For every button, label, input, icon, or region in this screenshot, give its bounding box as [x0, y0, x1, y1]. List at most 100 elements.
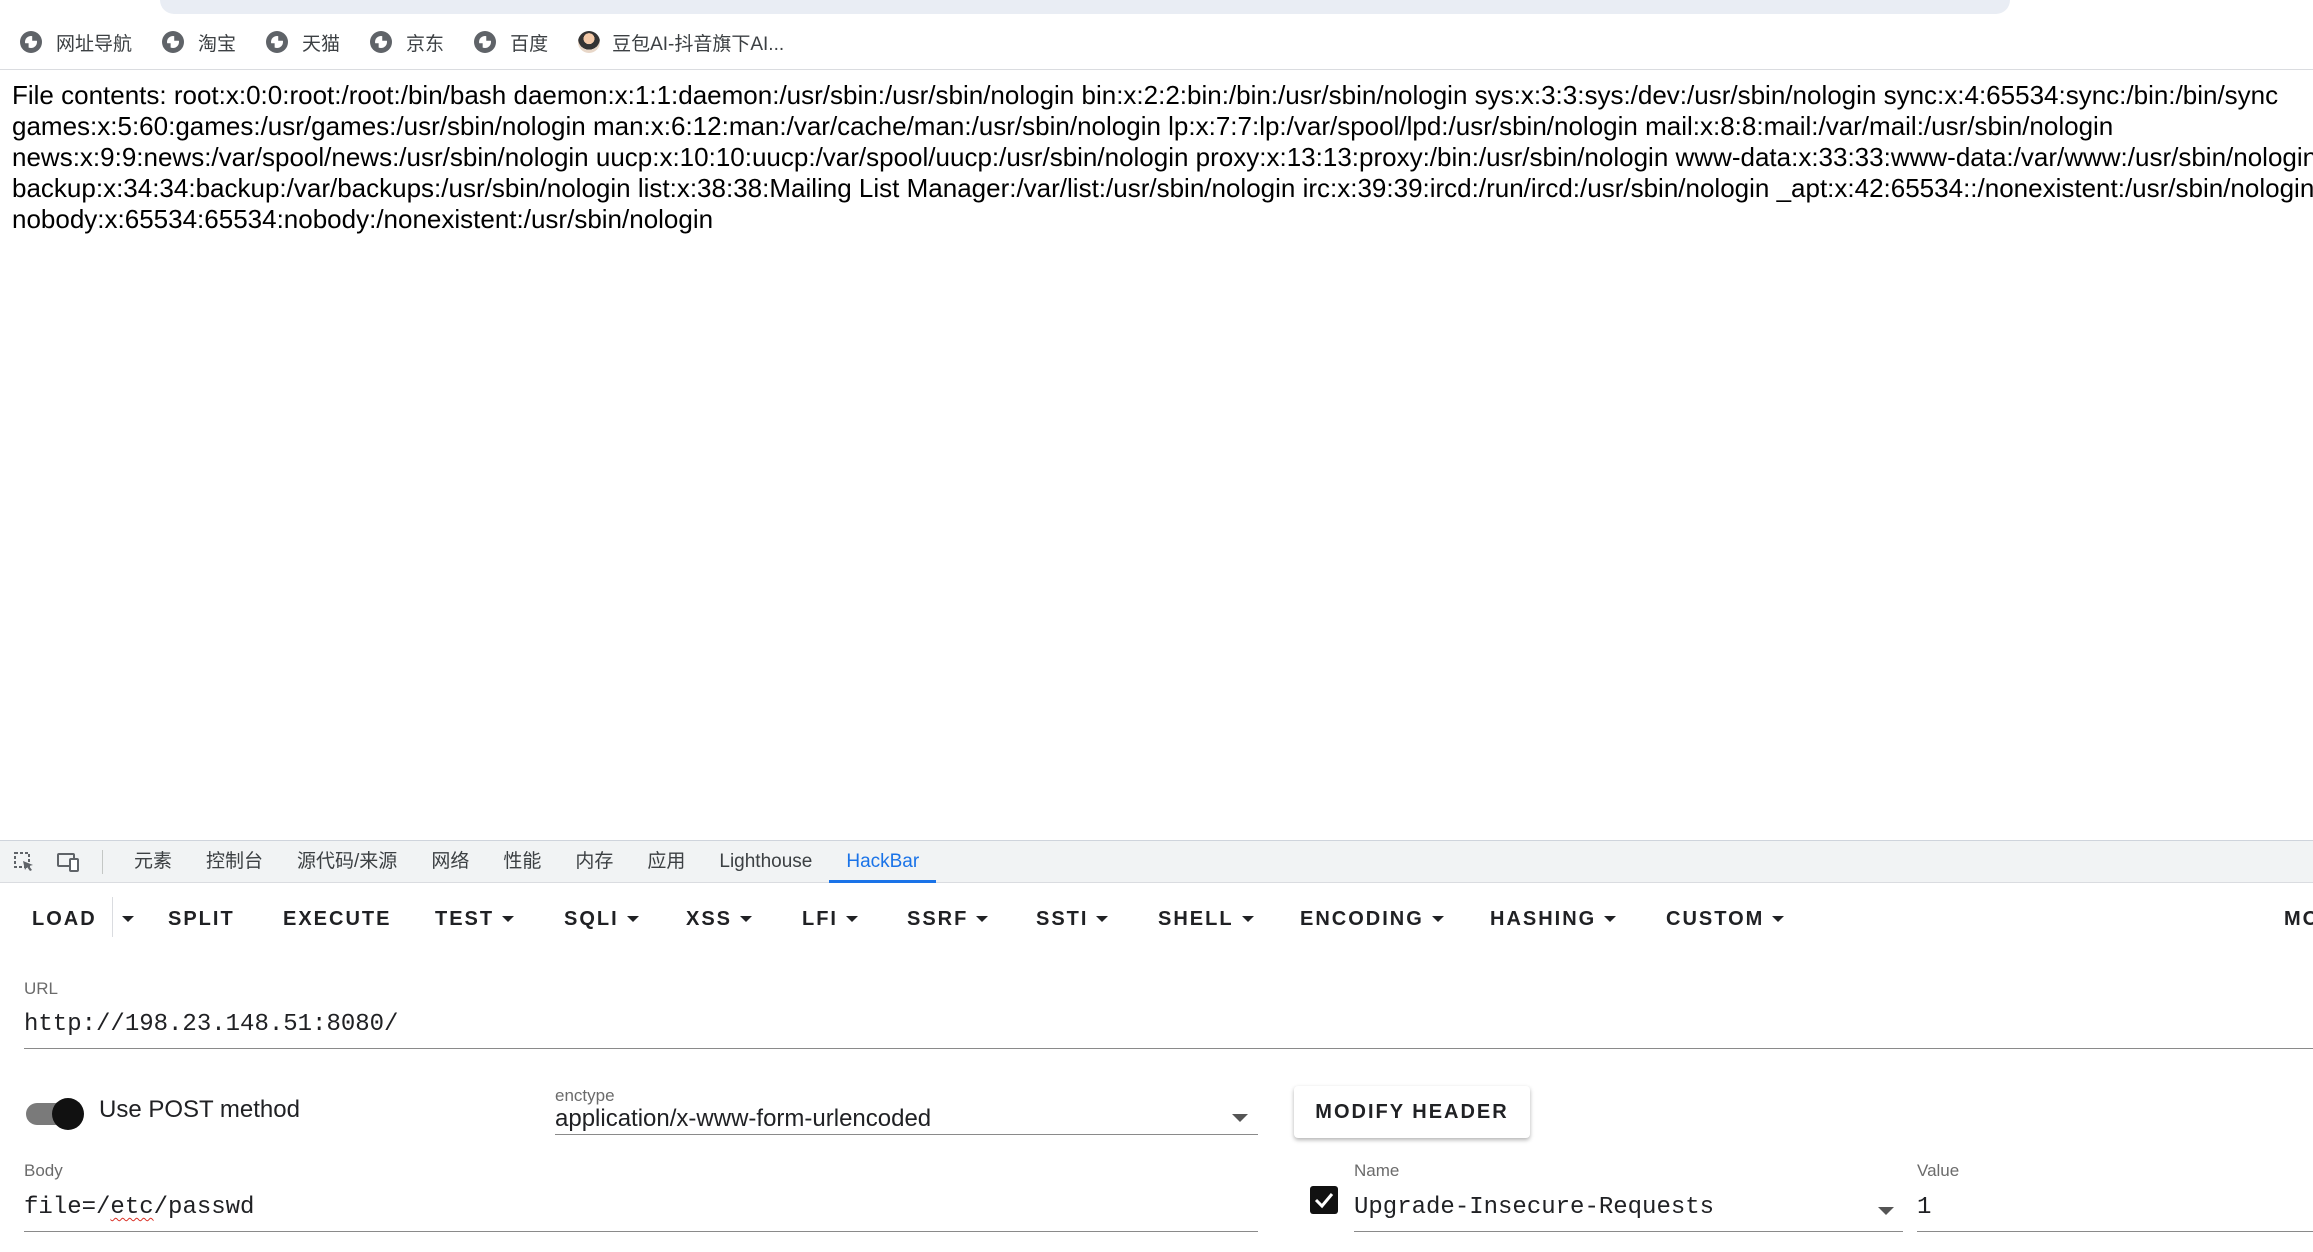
tab-hackbar[interactable]: HackBar: [829, 841, 937, 883]
header-value-label: Value: [1917, 1161, 1960, 1180]
body-underline: [24, 1231, 1258, 1232]
xss-menu-label: XSS: [686, 908, 733, 930]
globe-icon: [266, 31, 289, 53]
load-button[interactable]: LOAD: [32, 899, 97, 939]
chevron-down-icon: [122, 916, 134, 922]
chevron-down-icon: [1604, 916, 1617, 922]
encoding-menu-label: ENCODING: [1300, 908, 1424, 930]
hashing-menu[interactable]: HASHING: [1490, 899, 1617, 939]
url-label: URL: [24, 979, 59, 998]
devtools-panel: 元素 控制台 源代码/来源 网络 性能 内存 应用 Lighthouse Hac…: [0, 840, 2313, 1252]
post-method-label: Use POST method: [99, 1096, 300, 1123]
tab-memory[interactable]: 内存: [558, 841, 630, 883]
globe-icon: [474, 31, 497, 53]
chevron-down-icon: [1431, 916, 1444, 922]
header-value-underline: [1917, 1231, 2313, 1232]
device-toolbar-icon[interactable]: [54, 848, 82, 876]
bookmark-doubao[interactable]: 豆包AI-抖音旗下AI...: [578, 29, 784, 56]
body-label: Body: [24, 1161, 63, 1180]
bookmark-baidu[interactable]: 百度: [474, 29, 548, 56]
ssti-menu[interactable]: SSTI: [1036, 899, 1109, 939]
modify-header-button[interactable]: MODIFY HEADER: [1294, 1086, 1530, 1138]
tab-lighthouse[interactable]: Lighthouse: [702, 841, 829, 883]
bookmark-nav[interactable]: 网址导航: [20, 29, 132, 56]
header-name-underline: [1354, 1231, 1903, 1232]
chevron-down-icon: [846, 916, 858, 922]
body-text-prefix: file=/: [24, 1194, 111, 1221]
body-text-misspelled: etc: [110, 1194, 154, 1221]
bookmark-label: 豆包AI-抖音旗下AI...: [612, 33, 785, 55]
globe-icon: [162, 31, 185, 53]
hackbar-toolbar: LOAD SPLIT EXECUTE TEST SQLI XSS LFI SSR…: [0, 889, 2313, 949]
chevron-down-icon: [626, 916, 639, 922]
content-line: news:x:9:9:news:/var/spool/news:/usr/sbi…: [12, 142, 2313, 172]
chevron-down-icon: [1096, 916, 1109, 922]
chevron-down-icon[interactable]: [1878, 1207, 1894, 1215]
tab-application[interactable]: 应用: [630, 841, 702, 883]
tab-performance[interactable]: 性能: [486, 841, 558, 883]
shell-menu[interactable]: SHELL: [1158, 899, 1254, 939]
bookmark-tmall[interactable]: 天猫: [266, 29, 340, 56]
body-input[interactable]: file=/etc/passwd: [24, 1194, 254, 1221]
inspect-element-icon[interactable]: [10, 848, 38, 876]
chevron-down-icon: [1241, 916, 1254, 922]
bookmark-label: 淘宝: [198, 33, 237, 55]
ssrf-menu-label: SSRF: [907, 908, 969, 930]
test-menu[interactable]: TEST: [435, 899, 515, 939]
post-method-toggle[interactable]: [26, 1095, 84, 1131]
content-line: games:x:5:60:games:/usr/games:/usr/sbin/…: [12, 111, 2114, 141]
lfi-menu-label: LFI: [802, 908, 838, 930]
chevron-down-icon: [976, 916, 989, 922]
header-name-input[interactable]: Upgrade-Insecure-Requests: [1354, 1194, 1714, 1221]
encoding-menu[interactable]: ENCODING: [1300, 899, 1444, 939]
tab-elements[interactable]: 元素: [117, 841, 189, 883]
header-value-input[interactable]: 1: [1917, 1194, 1931, 1221]
url-underline: [24, 1048, 2313, 1049]
address-bar-edge[interactable]: [160, 0, 2010, 14]
enctype-underline: [555, 1134, 1258, 1135]
header-enabled-checkbox[interactable]: [1310, 1186, 1338, 1214]
ssrf-menu[interactable]: SSRF: [907, 899, 989, 939]
url-input[interactable]: http://198.23.148.51:8080/: [24, 1011, 398, 1038]
lfi-menu[interactable]: LFI: [802, 899, 858, 939]
more-menu[interactable]: MO: [2284, 899, 2313, 939]
bookmark-label: 天猫: [302, 33, 341, 55]
load-divider: [112, 897, 113, 937]
chevron-down-icon: [740, 916, 753, 922]
tab-console[interactable]: 控制台: [189, 841, 280, 883]
xss-menu[interactable]: XSS: [686, 899, 753, 939]
bookmarks-list: 网址导航 淘宝 天猫 京东 百度 豆包AI-抖音旗下AI...: [20, 24, 814, 60]
content-line: backup:x:34:34:backup:/var/backups:/usr/…: [12, 173, 2313, 203]
sqli-menu[interactable]: SQLI: [564, 899, 639, 939]
custom-menu[interactable]: CUSTOM: [1666, 899, 1785, 939]
sqli-menu-label: SQLI: [564, 908, 619, 930]
page-content: File contents: root:x:0:0:root:/root:/bi…: [12, 80, 2313, 235]
content-line: nobody:x:65534:65534:nobody:/nonexistent…: [12, 204, 714, 234]
test-menu-label: TEST: [435, 908, 495, 930]
bookmark-label: 百度: [510, 33, 549, 55]
split-button[interactable]: SPLIT: [168, 899, 235, 939]
bookmark-jd[interactable]: 京东: [370, 29, 444, 56]
tab-sources[interactable]: 源代码/来源: [280, 841, 414, 883]
tab-network[interactable]: 网络: [414, 841, 486, 883]
bookmarks-bar: 网址导航 淘宝 天猫 京东 百度 豆包AI-抖音旗下AI...: [0, 0, 2313, 70]
toggle-knob: [52, 1098, 84, 1130]
bookmark-label: 京东: [406, 33, 445, 55]
execute-button[interactable]: EXECUTE: [283, 899, 391, 939]
content-line: File contents: root:x:0:0:root:/root:/bi…: [12, 80, 2279, 110]
tab-divider: [102, 849, 103, 874]
chevron-down-icon[interactable]: [1232, 1114, 1248, 1122]
header-name-label: Name: [1354, 1161, 1400, 1180]
bookmark-taobao[interactable]: 淘宝: [162, 29, 236, 56]
custom-menu-label: CUSTOM: [1666, 908, 1765, 930]
avatar-icon: [578, 31, 601, 53]
globe-icon: [370, 31, 393, 53]
enctype-select[interactable]: application/x-www-form-urlencoded: [555, 1105, 931, 1133]
globe-icon: [20, 31, 42, 53]
shell-menu-label: SHELL: [1158, 908, 1234, 930]
ssti-menu-label: SSTI: [1036, 908, 1089, 930]
enctype-label: enctype: [555, 1086, 615, 1105]
chevron-down-icon: [1772, 916, 1785, 922]
body-text-suffix: /passwd: [153, 1194, 255, 1221]
load-options-dropdown[interactable]: [122, 899, 134, 939]
